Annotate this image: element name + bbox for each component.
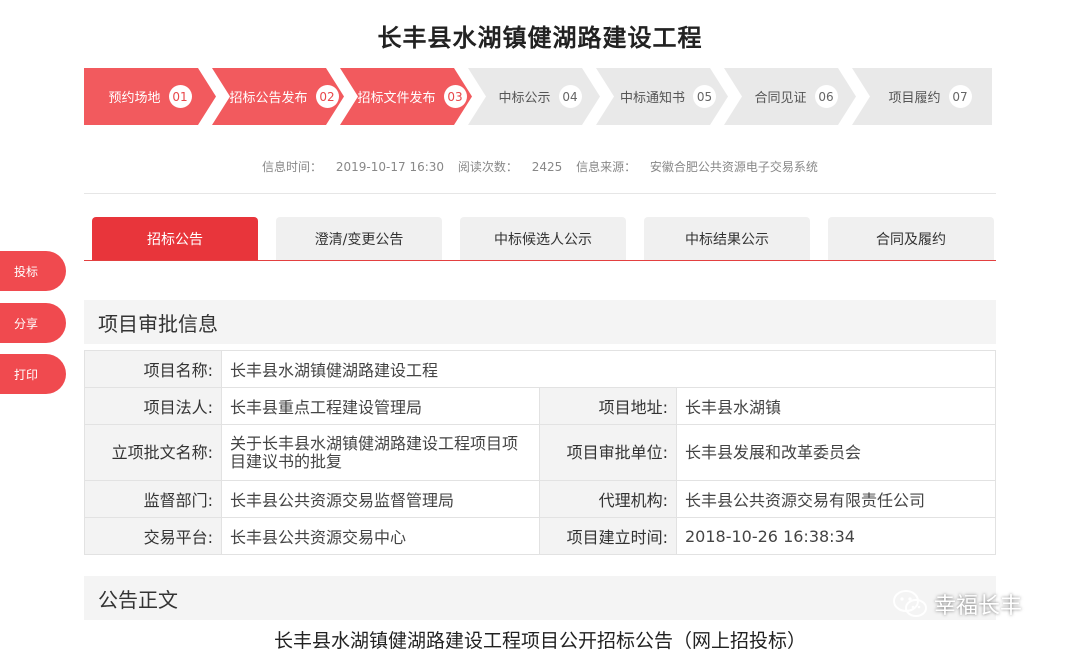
created-value: 2018-10-26 16:38:34 [676,517,996,555]
reads-value: 2425 [531,160,563,174]
project-name-label: 项目名称: [84,350,222,388]
time-label: 信息时间： [262,160,323,174]
step-label: 预约场地 [108,91,161,106]
table-row: 立项批文名称: 关于长丰县水湖镇健湖路建设工程项目项目建议书的批复 项目审批单位… [84,424,996,481]
tab-clarification[interactable]: 澄清/变更公告 [276,217,442,260]
platform-label: 交易平台: [84,517,222,555]
share-button[interactable]: 分享 [0,303,66,343]
address-label: 项目地址: [539,387,677,425]
bid-button[interactable]: 投标 [0,251,66,291]
table-row: 监督部门: 长丰县公共资源交易监督管理局 代理机构: 长丰县公共资源交易有限责任… [84,480,996,518]
legal-label: 项目法人: [84,387,222,425]
source-label: 信息来源： [576,160,637,174]
step-number: 02 [315,85,339,108]
notice-title: 长丰县水湖镇健湖路建设工程项目公开招标公告（网上招投标） [273,630,806,652]
created-label: 项目建立时间: [539,517,677,555]
step-number: 04 [558,85,582,108]
approval-unit-value: 长丰县发展和改革委员会 [676,424,996,481]
step-5[interactable]: 中标通知书 05 [606,68,730,125]
step-number: 03 [443,85,467,108]
agency-value: 长丰县公共资源交易有限责任公司 [676,480,996,518]
tab-candidates[interactable]: 中标候选人公示 [460,217,626,260]
step-number: 07 [948,85,972,108]
info-meta: 信息时间： 2019-10-17 16:30 阅读次数： 2425 信息来源： … [0,158,1080,175]
approval-doc-value: 关于长丰县水湖镇健湖路建设工程项目项目建议书的批复 [221,424,540,481]
tab-bar: 招标公告 澄清/变更公告 中标候选人公示 中标结果公示 合同及履约 [84,217,996,261]
supervisor-value: 长丰县公共资源交易监督管理局 [221,480,540,518]
watermark-text: 幸福长丰 [934,594,1023,619]
tab-contract[interactable]: 合同及履约 [828,217,994,260]
time-value: 2019-10-17 16:30 [335,160,445,174]
notice-heading: 公告正文 [84,576,996,620]
watermark: 幸福长丰 [892,588,1022,620]
approval-doc-label: 立项批文名称: [84,424,222,481]
step-number: 01 [168,85,192,108]
print-button[interactable]: 打印 [0,354,66,394]
table-row: 项目名称: 长丰县水湖镇健湖路建设工程 [84,350,996,388]
approval-unit-label: 项目审批单位: [539,424,677,481]
source-value: 安徽合肥公共资源电子交易系统 [649,160,818,174]
step-1[interactable]: 预约场地 01 [84,68,216,125]
step-3[interactable]: 招标文件发布 03 [350,68,474,125]
step-label: 中标公示 [498,91,551,106]
step-label: 项目履约 [888,91,941,106]
approval-table: 项目名称: 长丰县水湖镇健湖路建设工程 项目法人: 长丰县重点工程建设管理局 项… [84,350,996,555]
step-label: 中标通知书 [619,91,685,106]
process-steps: 预约场地 01 招标公告发布 02 招标文件发布 03 中标公示 04 中标通知… [84,68,992,125]
tab-bid-announcement[interactable]: 招标公告 [92,217,258,260]
tab-results[interactable]: 中标结果公示 [644,217,810,260]
approval-heading: 项目审批信息 [84,300,996,344]
step-number: 05 [693,85,716,108]
step-label: 招标文件发布 [357,91,436,106]
project-name-value: 长丰县水湖镇健湖路建设工程 [221,350,996,388]
supervisor-label: 监督部门: [84,480,222,518]
reads-label: 阅读次数： [457,160,518,174]
agency-label: 代理机构: [539,480,677,518]
divider [84,193,996,194]
step-label: 合同见证 [754,91,807,106]
step-number: 06 [814,85,838,108]
table-row: 交易平台: 长丰县公共资源交易中心 项目建立时间: 2018-10-26 16:… [84,517,996,555]
step-6[interactable]: 合同见证 06 [734,68,858,125]
address-value: 长丰县水湖镇 [676,387,996,425]
step-label: 招标公告发布 [229,91,308,106]
step-7[interactable]: 项目履约 07 [868,68,992,125]
step-4[interactable]: 中标公示 04 [478,68,602,125]
legal-value: 长丰县重点工程建设管理局 [221,387,540,425]
step-2[interactable]: 招标公告发布 02 [222,68,346,125]
wechat-icon [893,590,927,617]
table-row: 项目法人: 长丰县重点工程建设管理局 项目地址: 长丰县水湖镇 [84,387,996,425]
platform-value: 长丰县公共资源交易中心 [221,517,540,555]
page-title: 长丰县水湖镇健湖路建设工程 [377,24,703,52]
